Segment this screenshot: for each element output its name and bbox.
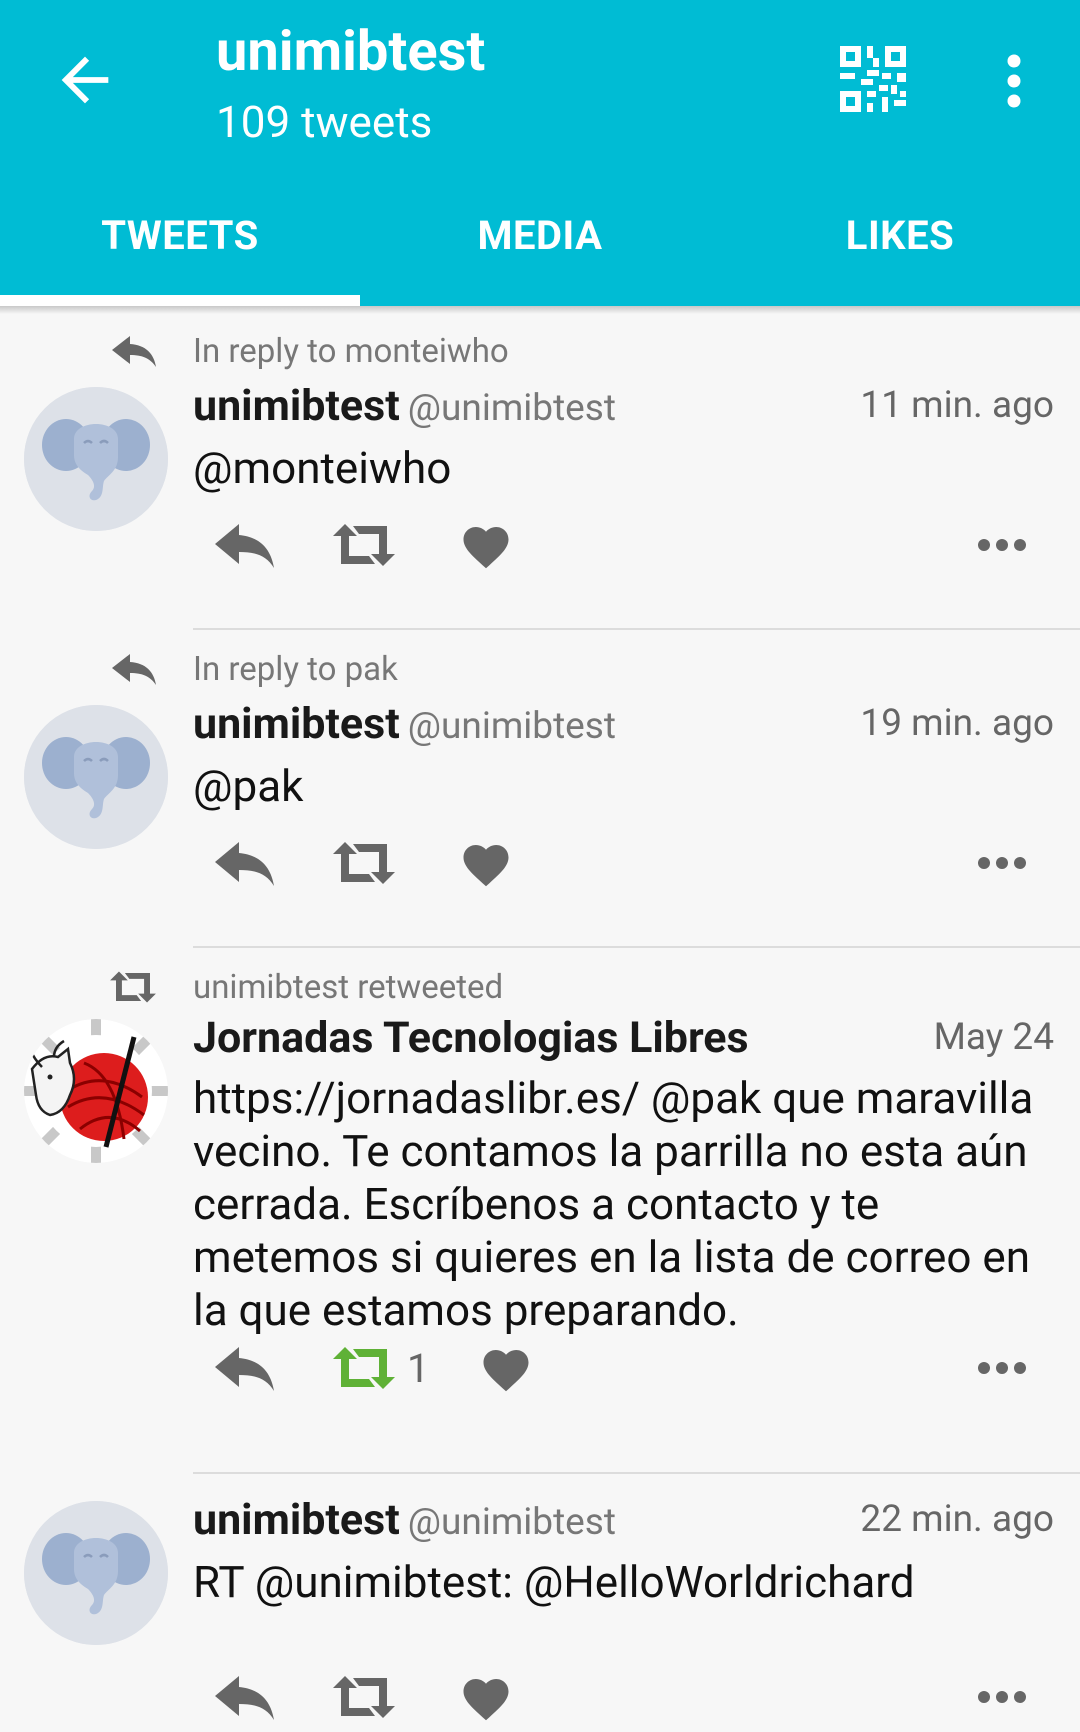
- reply-button[interactable]: [211, 510, 277, 580]
- more-horiz-icon[interactable]: [976, 1333, 1028, 1403]
- tab-bar: TWEETS MEDIA LIKES: [0, 196, 1080, 306]
- tweet-text: @monteiwho: [193, 442, 452, 494]
- tweet-item[interactable]: unimibtest @unimibtest 22 min. ago RT @un…: [0, 1476, 1080, 1721]
- tab-media[interactable]: MEDIA: [360, 196, 720, 276]
- reply-button[interactable]: [211, 828, 277, 898]
- more-horiz-icon[interactable]: [976, 828, 1028, 898]
- tweet-text: @pak: [193, 760, 304, 812]
- author-handle[interactable]: @unimibtest: [408, 387, 616, 430]
- reply-icon: [215, 1347, 274, 1391]
- more-horiz-icon[interactable]: [976, 1662, 1028, 1732]
- tweet-header: Jornadas Tecnologias Libres May 24: [193, 1008, 1054, 1068]
- tweet-item[interactable]: In reply to pak unimibtest @unimibtest 19…: [0, 632, 1080, 948]
- tweet-header: unimibtest @unimibtest 11 min. ago: [193, 376, 1054, 436]
- author-name[interactable]: Jornadas Tecnologias Libres: [193, 1013, 749, 1063]
- retweet-icon: [333, 1676, 395, 1718]
- reply-icon: [215, 1676, 274, 1720]
- author-handle[interactable]: @unimibtest: [408, 705, 616, 748]
- tweet-actions: [193, 1662, 1063, 1732]
- tweet-actions: 1: [193, 1333, 1063, 1403]
- more-vert-icon[interactable]: [996, 54, 1032, 108]
- like-button[interactable]: [459, 828, 513, 898]
- tweet-item[interactable]: unimibtest retweeted Jornadas Tecnologia…: [0, 948, 1080, 1474]
- arrow-left-icon[interactable]: [50, 45, 120, 115]
- heart-icon: [463, 845, 509, 887]
- reply-icon: [215, 524, 274, 568]
- profile-title: unimibtest: [216, 18, 486, 84]
- avatar[interactable]: [24, 1501, 168, 1645]
- qr-code-icon[interactable]: [840, 46, 906, 112]
- retweet-button[interactable]: [331, 828, 397, 898]
- heart-icon: [463, 1679, 509, 1721]
- tweet-actions: [193, 828, 1063, 898]
- tab-tweets[interactable]: TWEETS: [0, 196, 360, 276]
- retweet-icon: [333, 1347, 395, 1389]
- more-horiz-icon[interactable]: [976, 510, 1028, 580]
- author-name[interactable]: unimibtest: [193, 381, 400, 431]
- author-handle[interactable]: @unimibtest: [408, 1501, 616, 1544]
- tab-likes[interactable]: LIKES: [720, 196, 1080, 276]
- tweet-time: 11 min. ago: [860, 384, 1054, 427]
- tweet-count: 109 tweets: [216, 96, 433, 148]
- retweet-icon: [333, 842, 395, 884]
- reply-button[interactable]: [211, 1662, 277, 1732]
- heart-icon: [463, 527, 509, 569]
- retweet-count: 1: [407, 1344, 430, 1392]
- reply-context: In reply to monteiwho: [193, 332, 509, 371]
- reply-icon: [215, 842, 274, 886]
- retweet-icon: [108, 970, 158, 1010]
- retweet-context: unimibtest retweeted: [193, 968, 504, 1007]
- tweet-header: unimibtest @unimibtest 22 min. ago: [193, 1490, 1054, 1550]
- tweet-text: https://jornadaslibr.es/ @pak que maravi…: [193, 1072, 1034, 1336]
- avatar[interactable]: [24, 705, 168, 849]
- reply-icon: [108, 332, 158, 372]
- retweet-button[interactable]: 1: [331, 1333, 429, 1403]
- retweet-button[interactable]: [331, 510, 397, 580]
- tweet-item[interactable]: In reply to monteiwho unimibtest @unimibt…: [0, 314, 1080, 630]
- divider: [193, 1472, 1080, 1474]
- tweet-text: RT @unimibtest: @HelloWorldrichard: [193, 1556, 915, 1608]
- retweet-icon: [333, 524, 395, 566]
- avatar[interactable]: [24, 1019, 168, 1163]
- tweet-actions: [193, 510, 1063, 580]
- avatar[interactable]: [24, 387, 168, 531]
- selected-tab-indicator: [0, 295, 360, 306]
- reply-button[interactable]: [211, 1333, 277, 1403]
- app-bar: unimibtest 109 tweets TWEETS MEDIA LIKES: [0, 0, 1080, 306]
- author-name[interactable]: unimibtest: [193, 1495, 400, 1545]
- divider: [193, 628, 1080, 630]
- reply-icon: [108, 650, 158, 690]
- app-bar-shadow: [0, 306, 1080, 314]
- like-button[interactable]: [459, 1662, 513, 1732]
- like-button[interactable]: [479, 1333, 533, 1403]
- like-button[interactable]: [459, 510, 513, 580]
- retweet-button[interactable]: [331, 1662, 397, 1732]
- tweet-time: May 24: [933, 1016, 1054, 1059]
- reply-context: In reply to pak: [193, 650, 398, 689]
- tweet-time: 19 min. ago: [860, 702, 1054, 745]
- tweet-header: unimibtest @unimibtest 19 min. ago: [193, 694, 1054, 754]
- tweet-time: 22 min. ago: [860, 1498, 1054, 1541]
- heart-icon: [483, 1350, 529, 1392]
- author-name[interactable]: unimibtest: [193, 699, 400, 749]
